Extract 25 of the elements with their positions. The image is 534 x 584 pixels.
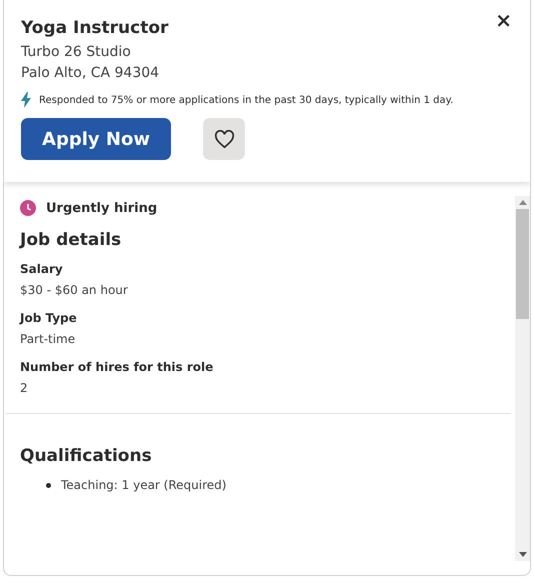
- job-title: Yoga Instructor: [21, 18, 168, 38]
- field-label: Job Type: [20, 311, 78, 325]
- section-heading: Qualifications: [20, 446, 153, 466]
- response-note: Responded to 75% or more applications in the past 30 days, typically within 1 day.: [39, 94, 454, 106]
- field-value: $30 - $60 an hour: [20, 283, 129, 297]
- bullet-icon: [46, 482, 51, 488]
- field-label: Salary: [20, 262, 64, 276]
- scroll-down-icon[interactable]: [518, 552, 526, 557]
- scroll-up-icon[interactable]: [518, 200, 526, 205]
- lightning-icon: [21, 92, 31, 108]
- apply-button[interactable]: Apply Now: [21, 118, 171, 160]
- field-value: Part-time: [20, 332, 76, 346]
- scrollbar[interactable]: [515, 196, 530, 561]
- job-location: Palo Alto, CA 94304: [21, 64, 160, 83]
- close-button[interactable]: ×: [491, 6, 516, 34]
- field-label: Number of hires for this role: [20, 360, 214, 374]
- field-value: 2: [20, 381, 29, 395]
- scroll-thumb[interactable]: [516, 209, 529, 319]
- clock-icon: [20, 200, 36, 216]
- section-heading: Job details: [20, 230, 122, 250]
- company-name: Turbo 26 Studio: [21, 43, 132, 62]
- save-button[interactable]: [203, 118, 245, 160]
- urgent-label: Urgently hiring: [46, 200, 158, 216]
- heart-icon: [214, 130, 234, 148]
- qualification-item: Teaching: 1 year (Required): [61, 478, 226, 492]
